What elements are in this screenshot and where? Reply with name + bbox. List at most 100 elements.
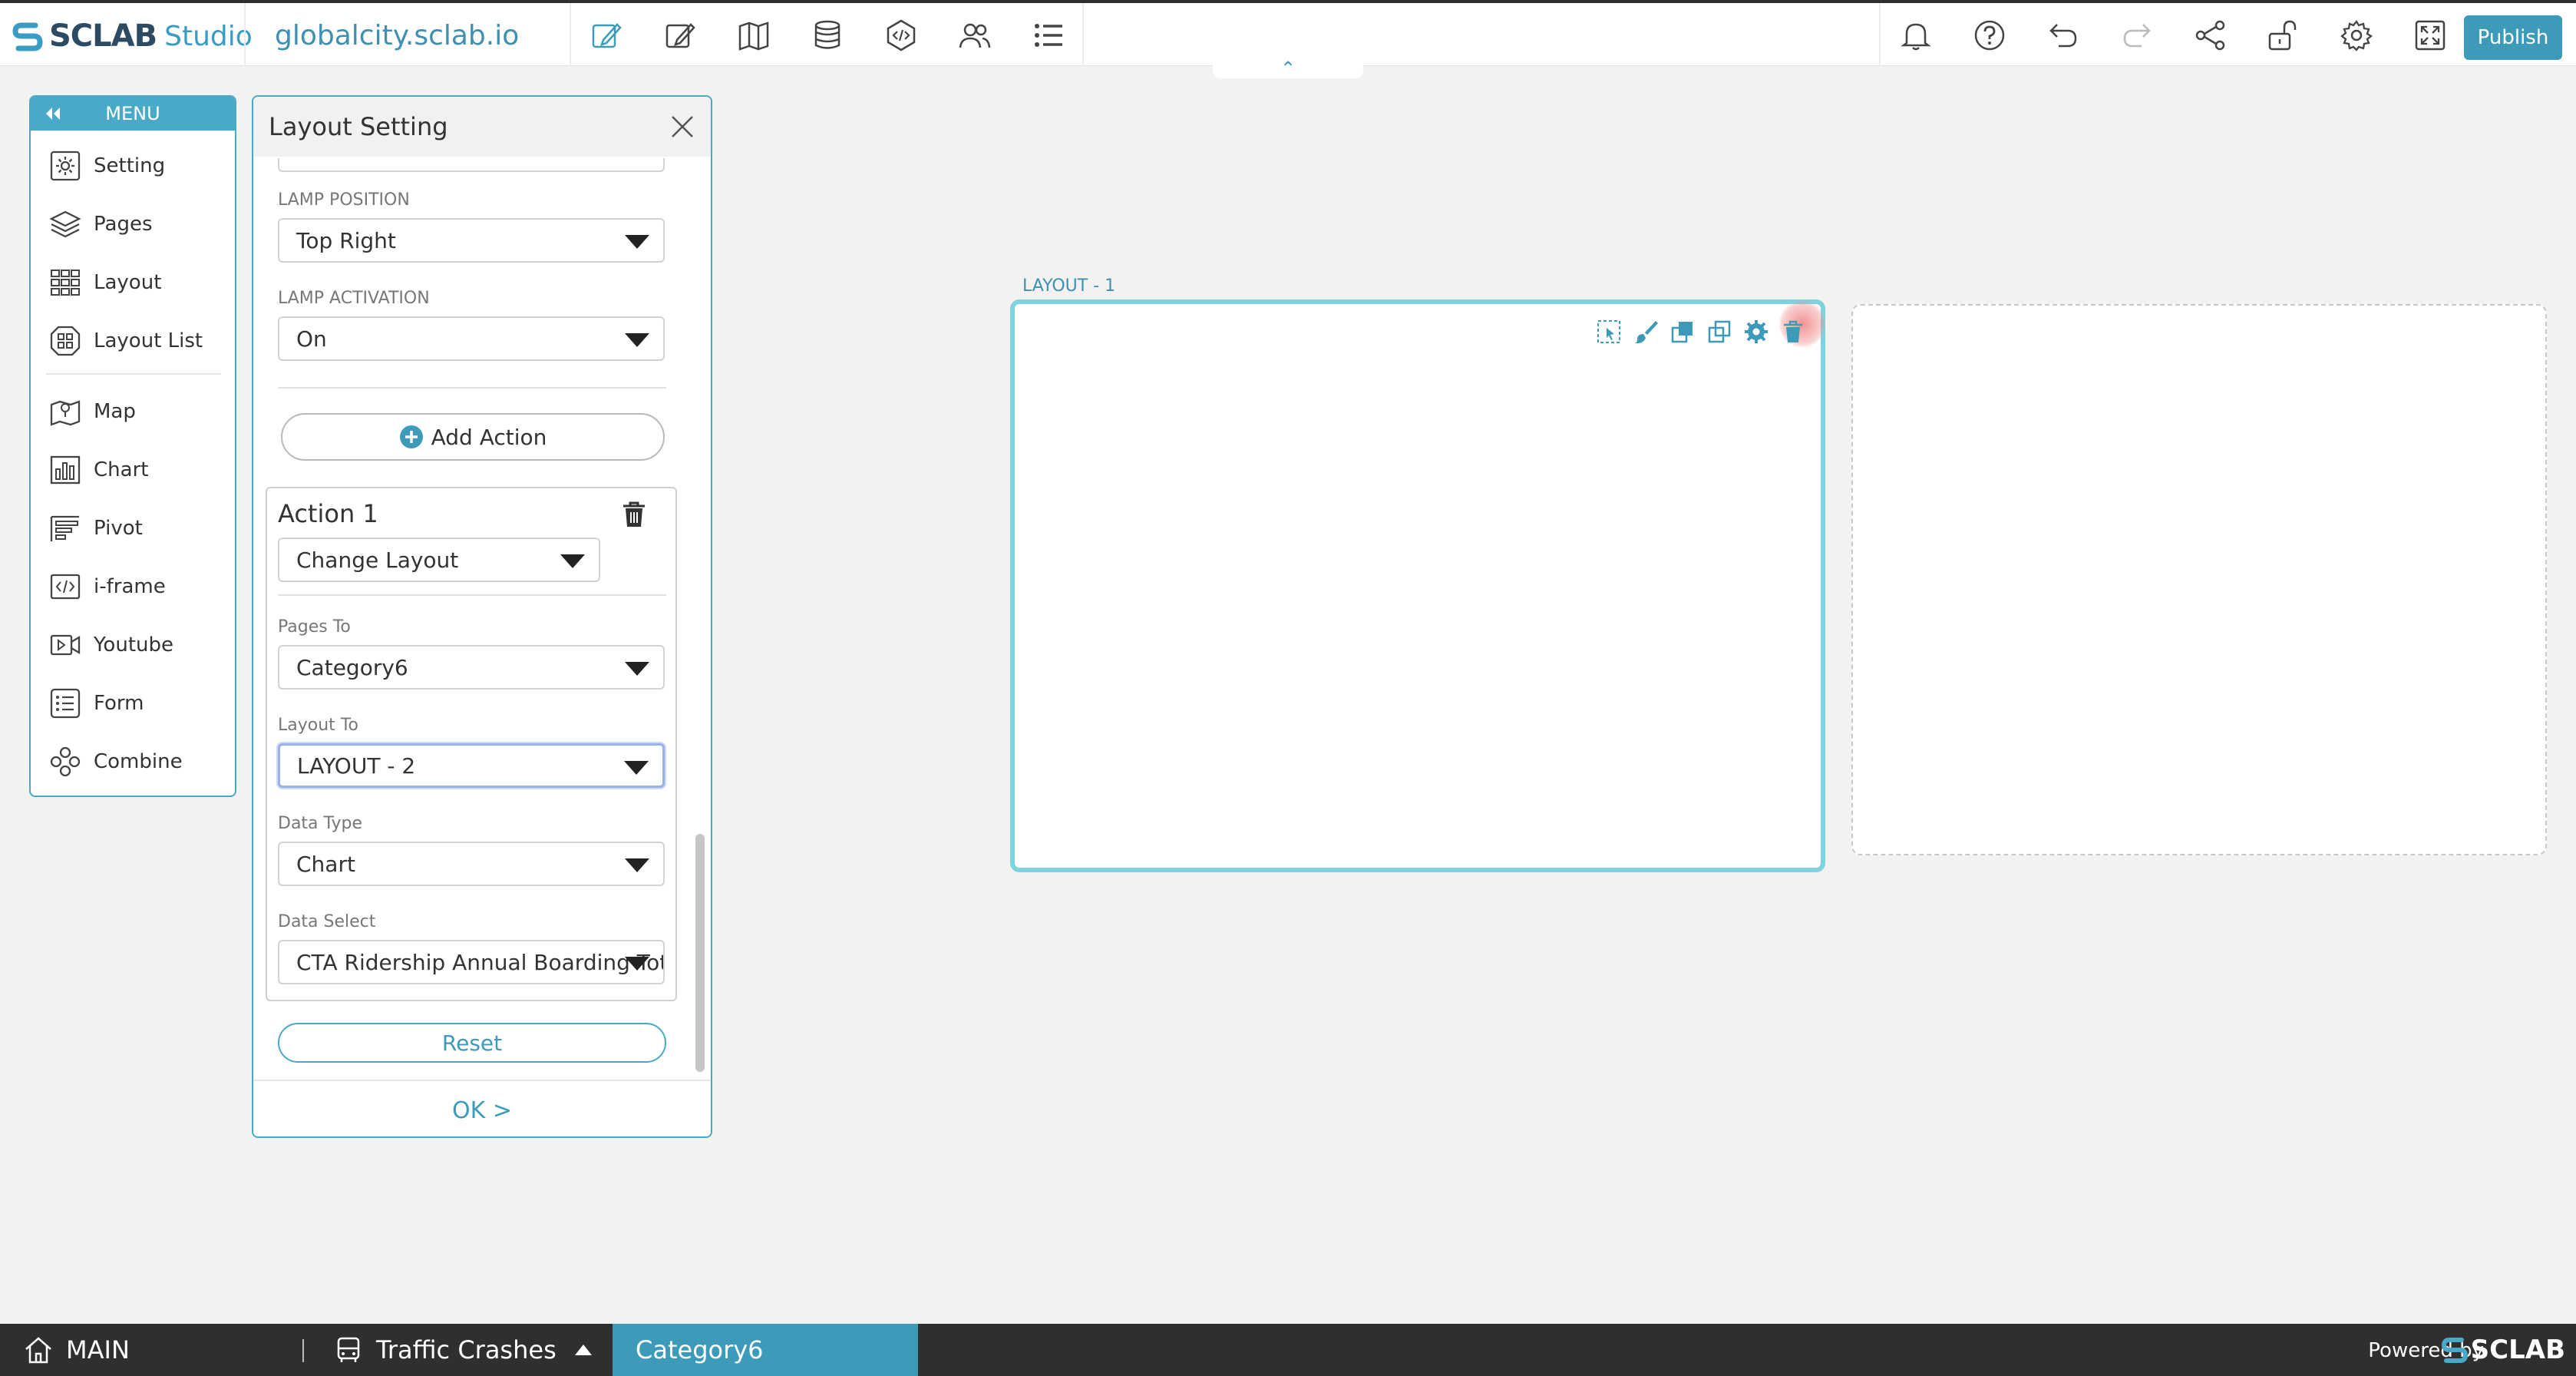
menu-item-label: Map — [94, 400, 136, 423]
menu-title: MENU — [105, 103, 160, 124]
dropdown-arrow-icon — [625, 662, 649, 676]
select-value: On — [296, 326, 327, 352]
caret-up-icon[interactable] — [573, 1340, 593, 1360]
lamp-activation-select[interactable]: On — [278, 316, 665, 361]
menu-item-label: Pages — [94, 213, 153, 236]
panel-title: Layout Setting — [269, 112, 448, 141]
select-value: Top Right — [296, 227, 396, 253]
divider — [1082, 3, 1084, 66]
divider — [302, 1339, 304, 1362]
trash-icon[interactable] — [619, 499, 649, 530]
menu-item-setting[interactable]: Setting — [49, 143, 165, 189]
data-select-label: Data Select — [278, 912, 376, 931]
layout-to-select[interactable]: LAYOUT - 2 — [278, 743, 665, 788]
form-icon — [50, 688, 81, 719]
select-area-icon[interactable] — [1593, 316, 1624, 347]
menu-item-youtube[interactable]: Youtube — [49, 622, 173, 668]
list-icon[interactable] — [1025, 14, 1072, 57]
divider — [278, 387, 666, 389]
pages-to-select[interactable]: Category6 — [278, 645, 665, 690]
bring-front-icon[interactable] — [1667, 316, 1698, 347]
partial-select-field[interactable] — [278, 158, 665, 172]
sclab-logo-icon — [12, 22, 43, 51]
settings-icon[interactable] — [1741, 316, 1772, 347]
page-label: Traffic Crashes — [376, 1335, 556, 1364]
publish-button[interactable]: Publish — [2464, 15, 2562, 60]
menu-item-layout[interactable]: Layout — [49, 260, 161, 306]
add-action-button[interactable]: Add Action — [281, 413, 665, 461]
close-icon[interactable] — [669, 114, 695, 140]
menu-item-map[interactable]: Map — [49, 389, 136, 435]
menu-item-label: Layout List — [94, 329, 203, 352]
brand-text: SCLAB — [2470, 1335, 2565, 1365]
database-icon[interactable] — [804, 14, 850, 57]
menu-item-pages[interactable]: Pages — [49, 201, 153, 247]
video-icon — [50, 634, 81, 656]
menu-item-label: Pivot — [94, 517, 143, 540]
menu-item-form[interactable]: Form — [49, 680, 144, 726]
layout-1-box[interactable] — [1010, 299, 1825, 872]
menu-item-pivot[interactable]: Pivot — [49, 505, 143, 551]
page-tab-traffic-crashes[interactable]: Traffic Crashes — [333, 1324, 593, 1376]
edit-icon[interactable] — [583, 14, 629, 57]
menu-item-combine[interactable]: Combine — [49, 739, 183, 785]
chevron-up-icon: ⌃ — [1280, 58, 1296, 79]
menu-item-iframe[interactable]: i-frame — [49, 564, 166, 610]
add-action-label: Add Action — [431, 424, 547, 450]
layout-setting-panel: Layout Setting LAMP POSITION Top Right L… — [252, 95, 712, 1138]
select-value: CTA Ridership Annual Boarding Tot — [296, 949, 665, 975]
dropdown-arrow-icon — [625, 333, 649, 347]
dropdown-arrow-icon — [624, 761, 649, 775]
lamp-position-select[interactable]: Top Right — [278, 218, 665, 263]
divider — [1879, 3, 1881, 66]
fullscreen-icon[interactable] — [2407, 14, 2453, 57]
users-icon[interactable] — [952, 14, 998, 57]
code-icon[interactable] — [878, 14, 924, 57]
menu-item-chart[interactable]: Chart — [49, 447, 148, 493]
map-book-icon[interactable] — [731, 14, 777, 57]
grid-icon — [51, 270, 80, 296]
lamp-activation-label: LAMP ACTIVATION — [278, 289, 430, 308]
code-frame-icon — [50, 574, 81, 600]
redo-icon[interactable] — [2114, 14, 2160, 57]
layout-to-label: Layout To — [278, 716, 358, 735]
brush-icon[interactable] — [1630, 316, 1661, 347]
sclab-brand: SCLAB — [2441, 1333, 2565, 1367]
select-value: Chart — [296, 851, 355, 877]
plus-circle-icon — [399, 425, 423, 448]
action-type-select[interactable]: Change Layout — [278, 538, 600, 582]
menu-item-label: Setting — [94, 154, 166, 177]
note-icon[interactable] — [657, 14, 703, 57]
divider — [244, 3, 246, 66]
map-icon — [50, 400, 81, 426]
layout-2-box[interactable] — [1851, 304, 2547, 855]
share-icon[interactable] — [2188, 14, 2234, 57]
delete-icon[interactable] — [1778, 316, 1808, 347]
select-value: LAYOUT - 2 — [297, 752, 416, 779]
help-icon[interactable] — [1967, 14, 2013, 57]
sclab-logo-icon — [2441, 1338, 2468, 1363]
main-page-tab[interactable]: MAIN — [23, 1324, 130, 1376]
menu-item-layout-list[interactable]: Layout List — [49, 318, 203, 364]
pages-to-label: Pages To — [278, 617, 351, 637]
gear-icon[interactable] — [2333, 14, 2379, 57]
divider — [278, 594, 666, 596]
ok-button[interactable]: OK > — [253, 1080, 711, 1136]
active-tab-label: Category6 — [636, 1335, 764, 1364]
domain-link[interactable]: globalcity.sclab.io — [275, 20, 519, 51]
main-label: MAIN — [66, 1335, 130, 1364]
unlock-icon[interactable] — [2260, 14, 2306, 57]
collapse-menu-icon[interactable] — [41, 103, 63, 124]
data-select-select[interactable]: CTA Ridership Annual Boarding Tot — [278, 940, 665, 984]
data-type-select[interactable]: Chart — [278, 842, 665, 886]
reset-button[interactable]: Reset — [278, 1023, 666, 1063]
divider — [570, 3, 571, 66]
action-title: Action 1 — [278, 499, 378, 528]
undo-icon[interactable] — [2040, 14, 2086, 57]
collapse-toolbar-button[interactable]: ⌃ — [1213, 58, 1363, 79]
app-logo[interactable]: SCLAB Studio — [12, 17, 253, 55]
send-back-icon[interactable] — [1704, 316, 1735, 347]
panel-scrollbar[interactable] — [695, 834, 705, 1072]
bell-icon[interactable] — [1893, 14, 1939, 57]
logo-subtext: Studio — [164, 20, 253, 52]
